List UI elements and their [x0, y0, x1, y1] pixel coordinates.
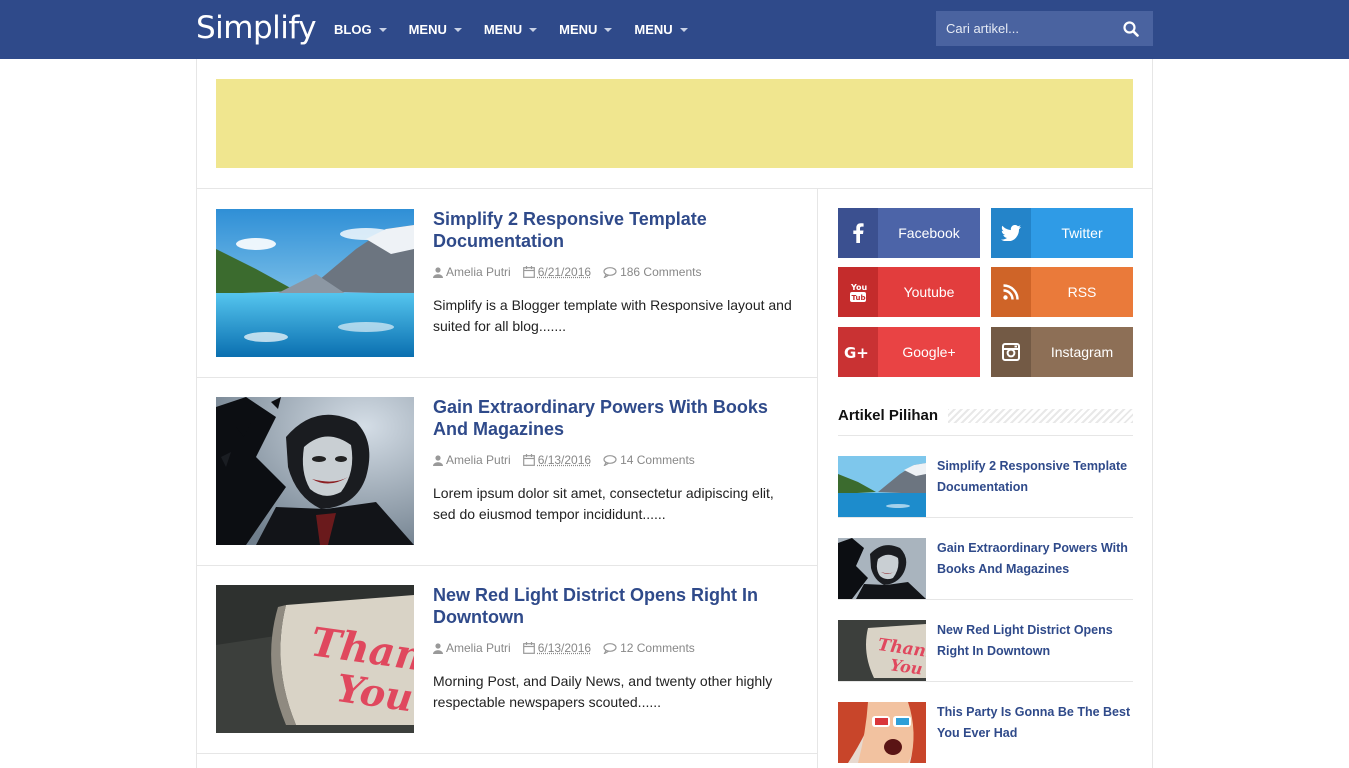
post-author[interactable]: Amelia Putri: [446, 453, 511, 467]
user-icon: [433, 266, 443, 278]
comments-icon: [603, 454, 617, 466]
post-item: Simplify 2 Responsive Template Documenta…: [197, 189, 817, 378]
post-meta: Amelia Putri 6/13/2016 12 Comments: [433, 641, 707, 655]
twitter-label: Twitter: [1031, 208, 1133, 258]
calendar-icon: [522, 266, 535, 278]
post-title[interactable]: Gain Extraordinary Powers With Books And…: [433, 396, 793, 440]
svg-text:G+: G+: [844, 344, 869, 360]
google-plus-label: Google+: [878, 327, 980, 377]
site-logo[interactable]: Simplify: [196, 10, 317, 46]
popular-post-title[interactable]: This Party Is Gonna Be The Best You Ever…: [937, 702, 1132, 744]
post-thumbnail-neon-sign[interactable]: Thank You: [216, 585, 414, 733]
post-date: 6/13/2016: [537, 453, 592, 467]
top-navbar: Simplify BLOG MENU MENU MENU MENU: [0, 0, 1349, 59]
popular-post-title[interactable]: Simplify 2 Responsive Template Documenta…: [937, 456, 1132, 498]
search-icon[interactable]: [1123, 21, 1139, 37]
rss-button[interactable]: RSS: [991, 267, 1133, 317]
google-plus-icon: G+: [838, 327, 878, 377]
calendar-icon: [522, 642, 535, 654]
comments-icon: [603, 266, 617, 278]
post-item: Thank You New Red Light District Opens R…: [197, 565, 817, 754]
svg-text:Tube: Tube: [852, 294, 868, 302]
caret-down-icon: [679, 27, 688, 32]
comments-icon: [603, 642, 617, 654]
youtube-label: Youtube: [878, 267, 980, 317]
caret-down-icon: [529, 27, 538, 32]
post-title[interactable]: Simplify 2 Responsive Template Documenta…: [433, 208, 793, 252]
youtube-icon: You Tube: [838, 267, 878, 317]
facebook-icon: [838, 208, 878, 258]
instagram-button[interactable]: Instagram: [991, 327, 1133, 377]
popular-thumbnail-lake[interactable]: [838, 456, 926, 517]
popular-post-title[interactable]: New Red Light District Opens Right In Do…: [937, 620, 1132, 662]
google-plus-button[interactable]: G+ Google+: [838, 327, 980, 377]
post-excerpt: Simplify is a Blogger template with Resp…: [433, 297, 792, 334]
widget-title-stripe: [948, 409, 1133, 423]
user-icon: [433, 642, 443, 654]
widget-title: Artikel Pilihan: [838, 407, 939, 424]
ad-banner[interactable]: [216, 79, 1133, 168]
popular-post-item: This Party Is Gonna Be The Best You Ever…: [838, 682, 1133, 764]
post-thumbnail-joker[interactable]: [216, 397, 414, 545]
nav-item-menu-2[interactable]: MENU: [484, 22, 538, 37]
popular-thumbnail-joker[interactable]: [838, 538, 926, 599]
post-author[interactable]: Amelia Putri: [446, 265, 511, 279]
post-excerpt: Morning Post, and Daily News, and twenty…: [433, 673, 773, 710]
facebook-label: Facebook: [878, 208, 980, 258]
nav-item-menu-3[interactable]: MENU: [559, 22, 613, 37]
post-title[interactable]: New Red Light District Opens Right In Do…: [433, 584, 793, 628]
twitter-button[interactable]: Twitter: [991, 208, 1133, 258]
post-comments[interactable]: 12 Comments: [620, 641, 695, 655]
post-date: 6/21/2016: [537, 265, 592, 279]
popular-post-title[interactable]: Gain Extraordinary Powers With Books And…: [937, 538, 1132, 580]
post-meta: Amelia Putri 6/13/2016 14 Comments: [433, 453, 707, 467]
post-thumbnail-lake[interactable]: [216, 209, 414, 357]
svg-text:You: You: [850, 283, 867, 292]
facebook-button[interactable]: Facebook: [838, 208, 980, 258]
column-divider: [817, 188, 818, 768]
post-excerpt: Lorem ipsum dolor sit amet, consectetur …: [433, 485, 774, 522]
popular-post-item: Simplify 2 Responsive Template Documenta…: [838, 436, 1133, 518]
post-meta: Amelia Putri 6/21/2016 186 Comments: [433, 265, 713, 279]
popular-thumbnail-party-girl[interactable]: [838, 702, 926, 763]
post-date: 6/13/2016: [537, 641, 592, 655]
youtube-button[interactable]: You Tube Youtube: [838, 267, 980, 317]
search-input[interactable]: [936, 21, 1111, 36]
caret-down-icon: [378, 27, 387, 32]
twitter-icon: [991, 208, 1031, 258]
caret-down-icon: [604, 27, 613, 32]
post-comments[interactable]: 186 Comments: [620, 265, 701, 279]
calendar-icon: [522, 454, 535, 466]
post-comments[interactable]: 14 Comments: [620, 453, 695, 467]
nav-item-blog[interactable]: BLOG: [334, 22, 387, 37]
instagram-icon: [991, 327, 1031, 377]
post-item: Gain Extraordinary Powers With Books And…: [197, 377, 817, 566]
popular-post-item: Gain Extraordinary Powers With Books And…: [838, 518, 1133, 600]
nav-item-menu-1[interactable]: MENU: [409, 22, 462, 37]
nav-item-menu-4[interactable]: MENU: [634, 22, 688, 37]
user-icon: [433, 454, 443, 466]
search-box: [936, 11, 1153, 46]
post-author[interactable]: Amelia Putri: [446, 641, 511, 655]
rss-label: RSS: [1031, 267, 1133, 317]
rss-icon: [991, 267, 1031, 317]
main-nav: BLOG MENU MENU MENU MENU: [334, 0, 710, 59]
popular-thumbnail-neon-sign[interactable]: Thank You: [838, 620, 926, 681]
instagram-label: Instagram: [1031, 327, 1133, 377]
popular-post-item: Thank You New Red Light District Opens R…: [838, 600, 1133, 682]
caret-down-icon: [453, 27, 462, 32]
